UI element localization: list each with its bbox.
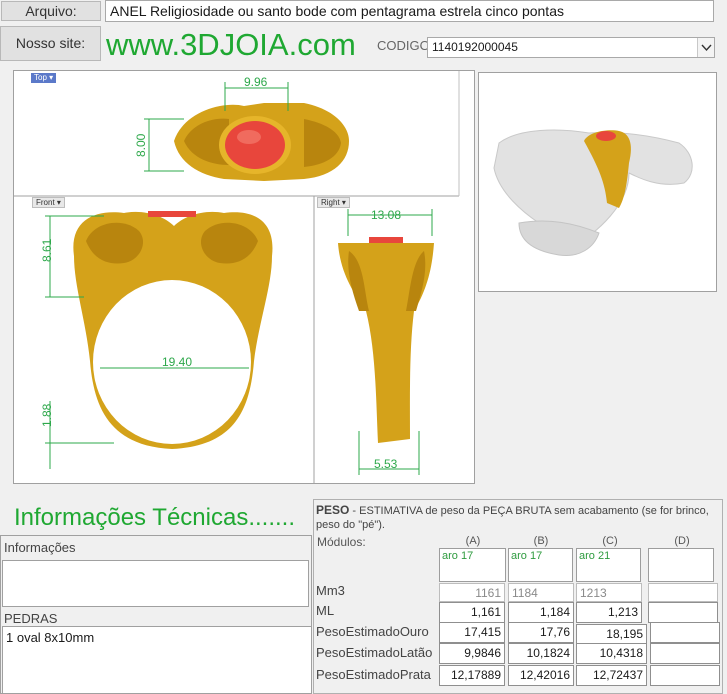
arquivo-field[interactable]: ANEL Religiosidade ou santo bode com pen… bbox=[105, 0, 714, 22]
prata-c[interactable]: 12,72437 bbox=[576, 665, 647, 686]
top-view: 9.96 8.00 bbox=[134, 75, 349, 181]
mm3-c[interactable]: 1213 bbox=[576, 583, 642, 602]
front-view-tag-label: Front bbox=[36, 198, 55, 207]
aro-field-a[interactable]: aro 17 bbox=[439, 548, 506, 582]
row-label-ml: ML bbox=[316, 603, 335, 618]
ml-a[interactable]: 1,161 bbox=[439, 602, 505, 623]
aro-field-c[interactable]: aro 21 bbox=[576, 548, 641, 582]
mm3-b[interactable]: 1184 bbox=[508, 583, 574, 602]
peso-title: PESO bbox=[316, 503, 350, 517]
front-band-dim: 1.88 bbox=[40, 403, 54, 427]
chevron-down-icon[interactable] bbox=[697, 38, 714, 57]
informacoes-tecnicas-title: Informações Técnicas....... bbox=[14, 504, 296, 531]
codigo-label: CODIGO bbox=[377, 38, 430, 53]
right-view: 13.08 5.53 bbox=[338, 208, 434, 475]
pedras-field[interactable]: 1 oval 8x10mm bbox=[2, 626, 312, 694]
front-view-tag[interactable]: Front ▾ bbox=[32, 197, 65, 208]
modulos-label: Módulos: bbox=[317, 535, 366, 549]
nosso-site-label: Nosso site: bbox=[0, 26, 101, 61]
codigo-select[interactable]: 1140192000045 bbox=[427, 37, 715, 58]
prata-d[interactable] bbox=[650, 665, 720, 686]
latao-a[interactable]: 9,9846 bbox=[439, 643, 505, 664]
top-view-tag[interactable]: Top ▾ bbox=[31, 73, 57, 83]
technical-views-panel: 9.96 8.00 8.61 19.40 1.88 13.08 5.53 Top… bbox=[13, 70, 475, 484]
mm3-d[interactable] bbox=[648, 583, 718, 602]
ring-render-image bbox=[478, 72, 717, 292]
row-label-prata: PesoEstimadoPrata bbox=[316, 667, 431, 682]
latao-c[interactable]: 10,4318 bbox=[576, 643, 647, 664]
ml-d[interactable] bbox=[648, 602, 718, 623]
row-label-ouro: PesoEstimadoOuro bbox=[316, 624, 429, 639]
prata-a[interactable]: 12,17889 bbox=[439, 665, 505, 686]
col-header-d: (D) bbox=[674, 535, 690, 547]
codigo-value: 1140192000045 bbox=[432, 40, 518, 54]
ouro-a[interactable]: 17,415 bbox=[439, 622, 505, 643]
front-height-dim: 8.61 bbox=[40, 238, 54, 262]
col-header-a: (A) bbox=[465, 535, 481, 547]
right-top-dim: 13.08 bbox=[371, 208, 401, 222]
front-inner-dim: 19.40 bbox=[162, 355, 192, 369]
informacoes-section: Informações PEDRAS 1 oval 8x10mm bbox=[0, 535, 312, 694]
arquivo-label: Arquivo: bbox=[1, 1, 101, 21]
ouro-b[interactable]: 17,76 bbox=[508, 622, 574, 643]
row-label-mm3: Mm3 bbox=[316, 583, 345, 598]
site-url-link[interactable]: www.3DJOIA.com bbox=[106, 26, 356, 64]
latao-b[interactable]: 10,1824 bbox=[508, 643, 574, 664]
aro-field-b[interactable]: aro 17 bbox=[508, 548, 573, 582]
col-header-c: (C) bbox=[602, 535, 618, 547]
front-view: 8.61 19.40 1.88 bbox=[40, 211, 273, 469]
ring-views-drawing: 9.96 8.00 8.61 19.40 1.88 13.08 5.53 bbox=[14, 71, 460, 483]
aro-field-d[interactable] bbox=[648, 548, 714, 582]
informacoes-label: Informações bbox=[4, 540, 76, 555]
ml-b[interactable]: 1,184 bbox=[508, 602, 574, 623]
right-view-tag[interactable]: Right ▾ bbox=[317, 197, 350, 208]
top-height-dim: 8.00 bbox=[134, 133, 148, 157]
row-label-latao: PesoEstimadoLatão bbox=[316, 645, 433, 660]
ouro-d[interactable] bbox=[650, 622, 720, 643]
mm3-a[interactable]: 1161 bbox=[439, 583, 505, 602]
latao-d[interactable] bbox=[650, 643, 720, 664]
right-view-tag-label: Right bbox=[321, 198, 340, 207]
peso-description: - ESTIMATIVA de peso da PEÇA BRUTA sem a… bbox=[316, 505, 709, 531]
prata-b[interactable]: 12,42016 bbox=[508, 665, 574, 686]
top-width-dim: 9.96 bbox=[244, 75, 268, 89]
ml-c[interactable]: 1,213 bbox=[576, 602, 642, 623]
ouro-c[interactable]: 18,195 bbox=[576, 624, 647, 645]
pedras-label: PEDRAS bbox=[4, 611, 58, 626]
right-bottom-dim: 5.53 bbox=[374, 457, 398, 471]
col-header-b: (B) bbox=[533, 535, 549, 547]
peso-header: PESO - ESTIMATIVA de peso da PEÇA BRUTA … bbox=[316, 503, 721, 532]
top-view-tag-label: Top bbox=[34, 73, 47, 82]
informacoes-textarea[interactable] bbox=[2, 560, 309, 607]
